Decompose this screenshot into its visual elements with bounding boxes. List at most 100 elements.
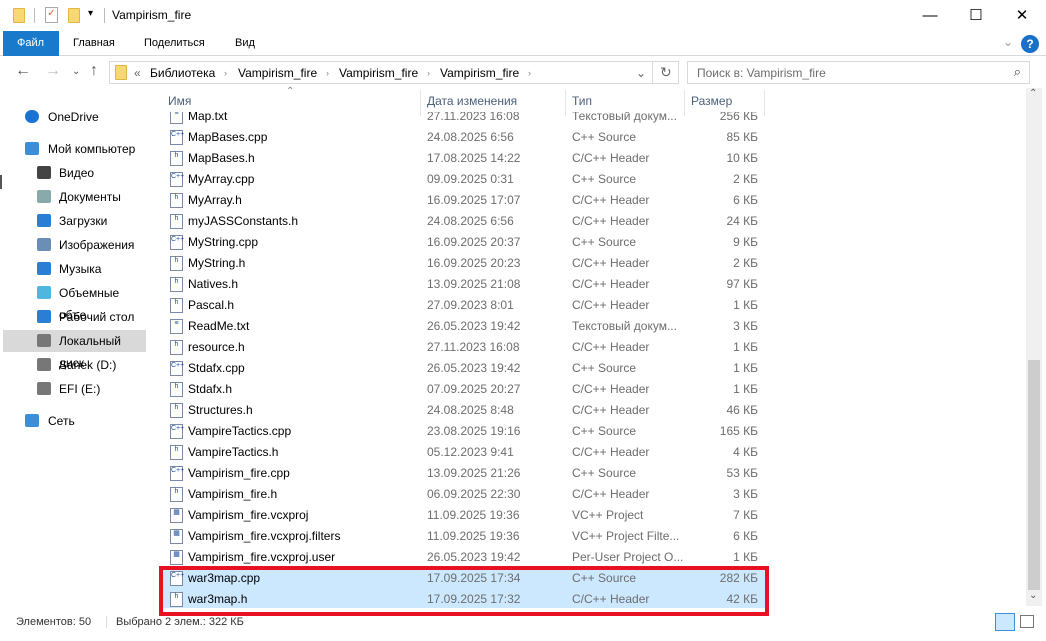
minimize-button[interactable]: —	[907, 0, 953, 31]
file-row[interactable]: h MyArray.h 16.09.2025 17:07 C/C++ Header 6 …	[162, 190, 766, 211]
file-row[interactable]: ▦ Vampirism_fire.vcxproj.user 26.05.2023 1…	[162, 547, 766, 568]
scroll-up-icon[interactable]: ⌃	[1029, 88, 1037, 99]
sidebar-item[interactable]: Sanek (D:)	[3, 354, 146, 376]
h-file-icon: h	[170, 298, 183, 313]
file-name: Stdafx.h	[188, 382, 233, 396]
expand-ribbon-icon[interactable]: ⌄	[1003, 35, 1013, 49]
sidebar-item[interactable]: Локальный диск	[3, 330, 146, 370]
breadcrumb-folder-1[interactable]: Vampirism_fire	[238, 66, 317, 80]
close-button[interactable]: ✕	[999, 0, 1045, 31]
sidebar-item[interactable]: Изображения	[3, 234, 146, 256]
sidebar-item[interactable]: Видео	[3, 162, 146, 184]
file-row[interactable]: C++ Vampirism_fire.cpp 13.09.2025 21:26 C++…	[162, 463, 766, 484]
file-row[interactable]: h myJASSConstants.h 24.08.2025 6:56 C/C++ H…	[162, 211, 766, 232]
file-row[interactable]: h Vampirism_fire.h 06.09.2025 22:30 C/C++ H…	[162, 484, 766, 505]
cpp-file-icon: C++	[170, 466, 184, 481]
sidebar-item[interactable]: Загрузки	[3, 210, 146, 232]
sidebar-item[interactable]: EFI (E:)	[3, 378, 146, 400]
file-size: 1 КБ	[733, 382, 758, 396]
cpp-file-icon: C++	[170, 130, 184, 145]
file-size: 24 КБ	[726, 214, 758, 228]
details-view-button[interactable]	[995, 613, 1015, 631]
up-button[interactable]: ↑	[90, 62, 98, 80]
file-row[interactable]: C++ VampireTactics.cpp 23.08.2025 19:16 C++…	[162, 421, 766, 442]
file-type: C++ Source	[572, 466, 637, 480]
sidebar-item[interactable]: OneDrive	[3, 106, 146, 128]
breadcrumb-overflow[interactable]: «	[134, 66, 141, 80]
file-date: 26.05.2023 19:42	[427, 361, 521, 375]
tab-share[interactable]: Поделиться	[132, 31, 217, 56]
file-row[interactable]: ≡ Map.txt 27.11.2023 16:08 Текстовый докум.…	[162, 112, 766, 127]
chevron-right-icon[interactable]: ›	[224, 68, 227, 78]
sidebar-item[interactable]: Объемные объе	[3, 282, 146, 322]
chevron-right-icon[interactable]: ›	[427, 68, 430, 78]
chevron-right-icon[interactable]: ›	[528, 68, 531, 78]
sidebar-item[interactable]: Рабочий стол	[3, 306, 146, 328]
refresh-icon[interactable]: ↻	[660, 64, 672, 81]
file-row[interactable]: C++ MyArray.cpp 09.09.2025 0:31 C++ Source 2…	[162, 169, 766, 190]
chevron-right-icon[interactable]: ›	[326, 68, 329, 78]
divider	[106, 616, 107, 628]
breadcrumb-folder-3[interactable]: Vampirism_fire	[440, 66, 519, 80]
back-button[interactable]: ←	[15, 62, 31, 80]
sidebar-item[interactable]: Документы	[3, 186, 146, 208]
recent-locations-button[interactable]: ⌄	[72, 66, 80, 77]
file-type: C++ Source	[572, 361, 637, 375]
file-date: 16.09.2025 17:07	[427, 193, 521, 207]
search-input[interactable]: Поиск в: Vampirism_fire ⌕	[687, 61, 1030, 84]
folder-icon	[115, 65, 127, 80]
file-row[interactable]: h Natives.h 13.09.2025 21:08 C/C++ Header 97…	[162, 274, 766, 295]
large-icons-view-button[interactable]	[1020, 615, 1034, 628]
file-name: MapBases.h	[188, 151, 255, 165]
file-name: myJASSConstants.h	[188, 214, 299, 228]
column-header-type[interactable]: Тип	[572, 94, 592, 112]
search-icon[interactable]: ⌕	[1014, 64, 1021, 80]
column-header-size[interactable]: Размер	[691, 94, 732, 112]
file-row[interactable]: C++ MapBases.cpp 24.08.2025 6:56 C++ Source…	[162, 127, 766, 148]
file-row[interactable]: h Pascal.h 27.09.2023 8:01 C/C++ Header 1 КБ	[162, 295, 766, 316]
breadcrumb-folder-2[interactable]: Vampirism_fire	[339, 66, 418, 80]
forward-button[interactable]: →	[45, 62, 61, 80]
customize-toolbar-icon[interactable]: ▾	[88, 8, 93, 19]
file-row[interactable]: h Stdafx.h 07.09.2025 20:27 C/C++ Header 1 К…	[162, 379, 766, 400]
file-row[interactable]: h resource.h 27.11.2023 16:08 C/C++ Header 1…	[162, 337, 766, 358]
h-file-icon: h	[170, 487, 183, 502]
tab-home[interactable]: Главная	[61, 31, 127, 56]
cpp-file-icon: C++	[170, 361, 184, 376]
column-header-date[interactable]: Дата изменения	[427, 94, 517, 112]
breadcrumb-library[interactable]: Библиотека	[150, 66, 215, 80]
column-header-name[interactable]: Имя	[168, 94, 191, 112]
sidebar-item[interactable]: Музыка	[3, 258, 146, 280]
scrollbar-thumb[interactable]	[1028, 360, 1040, 590]
file-date: 16.09.2025 20:23	[427, 256, 521, 270]
file-type: Per-User Project O...	[572, 550, 684, 564]
properties-icon[interactable]: ✓	[45, 7, 58, 23]
file-row[interactable]: h MyString.h 16.09.2025 20:23 C/C++ Header 2…	[162, 253, 766, 274]
sidebar-item[interactable]: Мой компьютер	[3, 138, 146, 160]
help-icon[interactable]: ?	[1021, 35, 1039, 53]
drive-icon	[37, 334, 51, 347]
tab-file[interactable]: Файл	[3, 31, 59, 56]
3d-objects-icon	[37, 286, 51, 299]
h-file-icon: h	[170, 445, 183, 460]
file-row[interactable]: ▦ Vampirism_fire.vcxproj 11.09.2025 19:36 V…	[162, 505, 766, 526]
tab-view[interactable]: Вид	[223, 31, 267, 56]
file-size: 6 КБ	[733, 529, 758, 543]
title-bar: ✓ ▾ Vampirism_fire — ☐ ✕	[0, 0, 1046, 31]
file-row[interactable]: ▦ Vampirism_fire.vcxproj.filters 11.09.202…	[162, 526, 766, 547]
address-dropdown-icon[interactable]: ⌄	[636, 66, 646, 80]
maximize-button[interactable]: ☐	[953, 0, 999, 31]
file-row[interactable]: h MapBases.h 17.08.2025 14:22 C/C++ Header 1…	[162, 148, 766, 169]
address-bar[interactable]: « Библиотека › Vampirism_fire › Vampiris…	[109, 61, 679, 84]
file-row[interactable]: h Structures.h 24.08.2025 8:48 C/C++ Header…	[162, 400, 766, 421]
file-row[interactable]: C++ MyString.cpp 16.09.2025 20:37 C++ Sourc…	[162, 232, 766, 253]
scroll-down-icon[interactable]: ⌄	[1029, 590, 1037, 601]
file-size: 3 КБ	[733, 487, 758, 501]
new-folder-icon[interactable]	[68, 8, 80, 23]
file-row[interactable]: C++ Stdafx.cpp 26.05.2023 19:42 C++ Source 1…	[162, 358, 766, 379]
divider	[652, 62, 653, 83]
file-row[interactable]: h VampireTactics.h 05.12.2023 9:41 C/C++ He…	[162, 442, 766, 463]
file-name: Vampirism_fire.h	[188, 487, 278, 501]
sidebar-item[interactable]: Сеть	[3, 410, 146, 432]
file-row[interactable]: ≡ ReadMe.txt 26.05.2023 19:42 Текстовый док…	[162, 316, 766, 337]
